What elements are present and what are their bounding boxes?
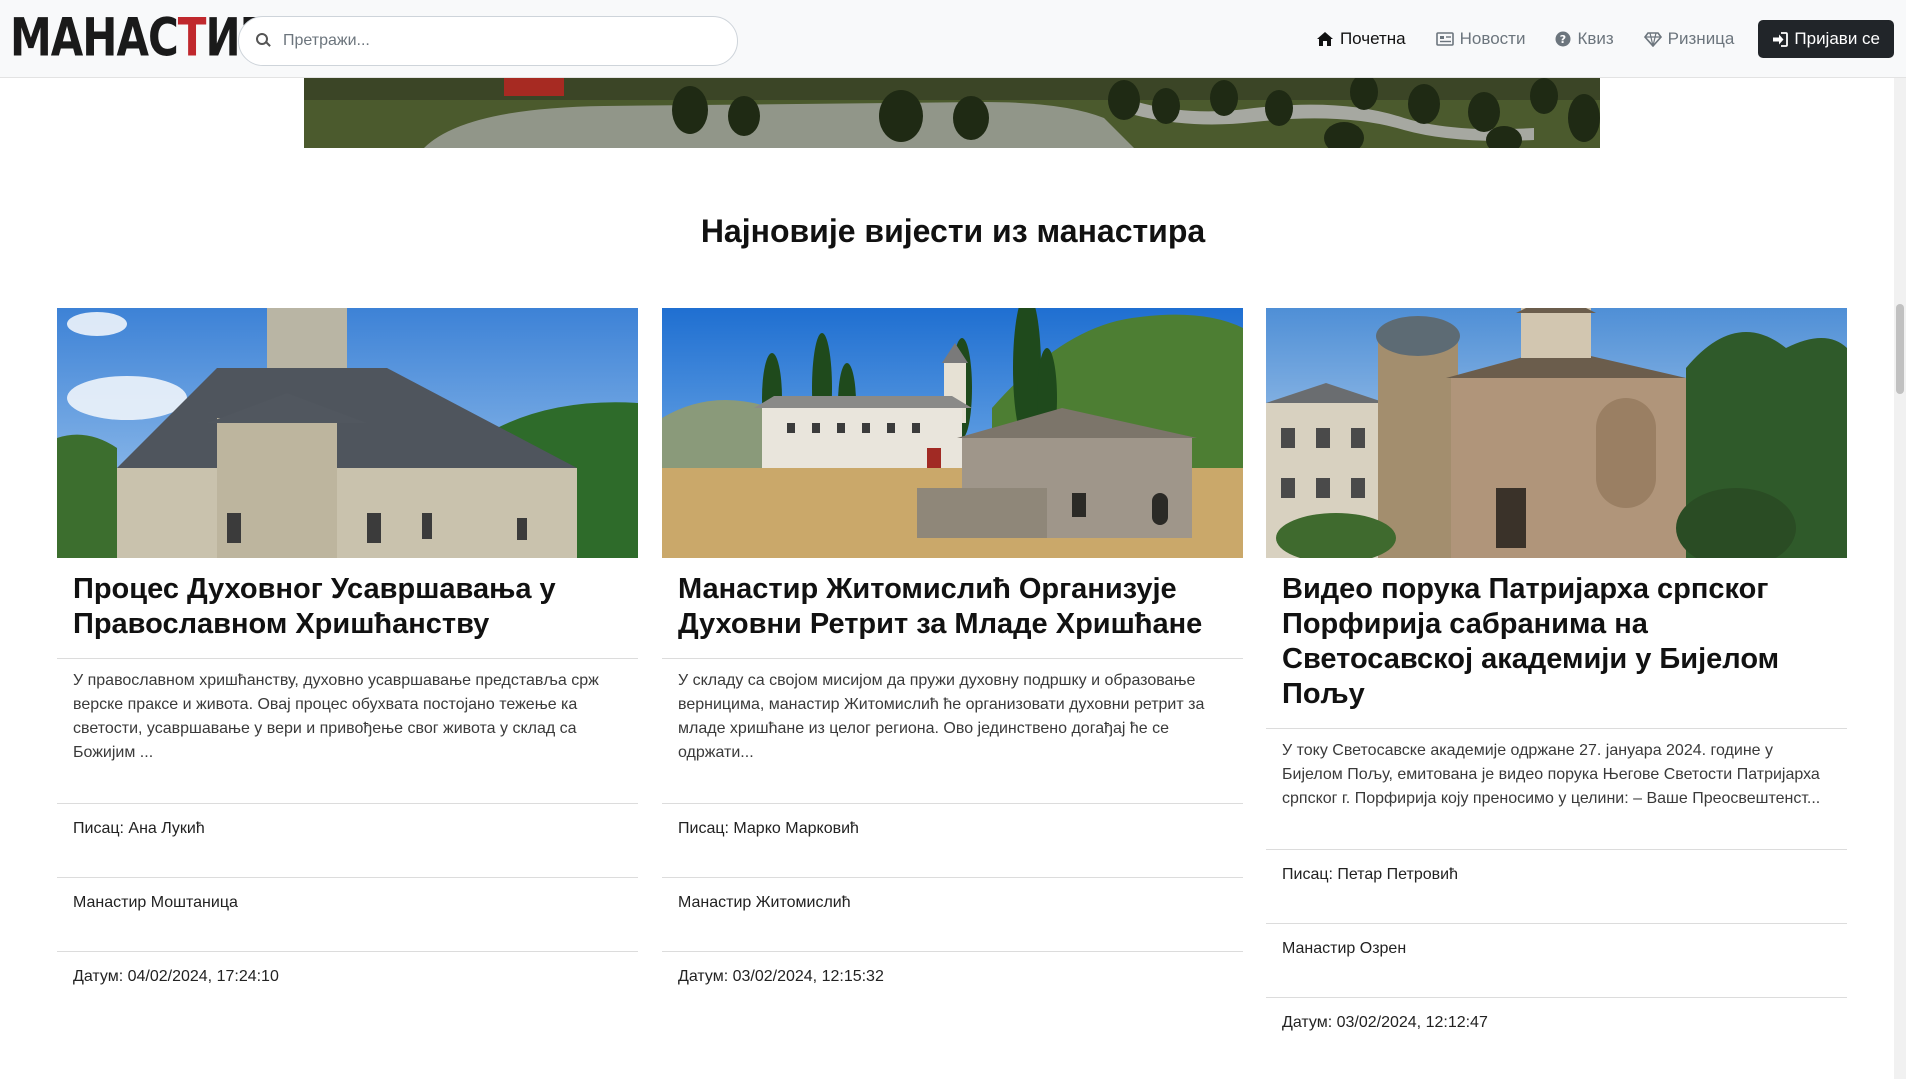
card-excerpt: У православном хришћанству, духовно усав… — [73, 672, 599, 761]
nav-home-label: Почетна — [1339, 29, 1406, 48]
card-title[interactable]: Манастир Житомислић Организује Духовни Р… — [662, 558, 1243, 659]
hero-landscape — [304, 78, 1600, 148]
card-excerpt: У току Светосавске академије одржане 27.… — [1282, 742, 1821, 807]
section-title: Најновије вијести из манастира — [700, 213, 1206, 249]
news-card[interactable]: Манастир Житомислић Организује Духовни Р… — [662, 308, 1243, 1025]
hero-image — [304, 78, 1600, 148]
news-card[interactable]: Процес Духовног Усавршавања у Православн… — [57, 308, 638, 1025]
scrollbar-thumb[interactable] — [1896, 304, 1904, 394]
nav-quiz[interactable]: ? Квиз — [1555, 29, 1614, 49]
search-box[interactable] — [238, 16, 738, 66]
card-author: Писац: Марко Марковић — [662, 803, 1243, 877]
search-icon — [253, 30, 275, 52]
login-label: Пријави се — [1794, 29, 1880, 48]
card-author: Писац: Петар Петровић — [1266, 849, 1847, 923]
card-excerpt: У складу са својом мисијом да пружи духо… — [678, 672, 1205, 761]
login-button[interactable]: Пријави се — [1758, 20, 1894, 58]
sign-in-icon — [1772, 31, 1789, 47]
home-icon — [1316, 31, 1334, 47]
nav-news[interactable]: Новости — [1435, 29, 1526, 49]
card-date: Датум: 04/02/2024, 17:24:10 — [57, 951, 638, 1025]
card-image[interactable] — [662, 308, 1243, 558]
card-title[interactable]: Видео порука Патријарха српског Порфириј… — [1266, 558, 1847, 729]
nav-quiz-label: Квиз — [1577, 29, 1614, 48]
card-image[interactable] — [1266, 308, 1847, 558]
card-date: Датум: 03/02/2024, 12:15:32 — [662, 951, 1243, 1025]
nav-treasury[interactable]: Ризница — [1643, 29, 1735, 49]
card-author: Писац: Ана Лукић — [57, 803, 638, 877]
svg-text:?: ? — [1560, 33, 1566, 46]
card-monastery: Манастир Житомислић — [662, 877, 1243, 951]
card-monastery: Манастир Озрен — [1266, 923, 1847, 997]
top-navbar: МАНАСТИРИ Почетна Новости ? Квиз — [0, 0, 1906, 78]
gem-icon — [1643, 31, 1662, 47]
card-title[interactable]: Процес Духовног Усавршавања у Православн… — [57, 558, 638, 659]
search-input[interactable] — [283, 21, 723, 61]
nav-home[interactable]: Почетна — [1316, 29, 1406, 49]
newspaper-icon — [1435, 32, 1454, 46]
nav-links: Почетна Новости ? Квиз Ризница Пријави с… — [1286, 18, 1894, 60]
nav-news-label: Новости — [1459, 29, 1526, 48]
question-circle-icon: ? — [1555, 31, 1571, 47]
card-monastery: Манастир Моштаница — [57, 877, 638, 951]
nav-treasury-label: Ризница — [1667, 29, 1735, 48]
card-image[interactable] — [57, 308, 638, 558]
news-card[interactable]: Видео порука Патријарха српског Порфириј… — [1266, 308, 1847, 1071]
card-date: Датум: 03/02/2024, 12:12:47 — [1266, 997, 1847, 1071]
